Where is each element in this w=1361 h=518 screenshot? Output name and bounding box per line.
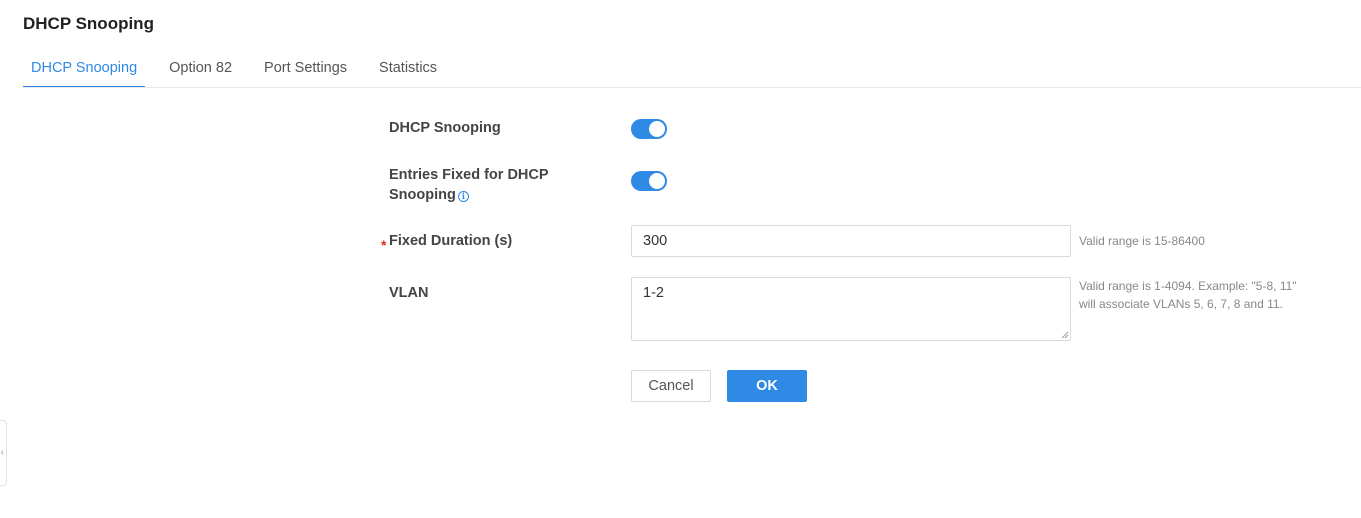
fixed-duration-label: Fixed Duration (s) — [389, 233, 513, 249]
vlan-value: 1-2 — [643, 285, 664, 301]
collapse-arrow-icon: ‹ — [0, 447, 4, 458]
entries-fixed-label-line2-wrap: Snooping i — [389, 185, 549, 205]
ok-button[interactable]: OK — [727, 370, 807, 402]
vlan-textarea[interactable]: 1-2 — [631, 277, 1071, 341]
required-mark: * — [381, 237, 387, 253]
fixed-duration-hint: Valid range is 15-86400 — [1079, 234, 1205, 248]
tab-statistics[interactable]: Statistics — [371, 50, 445, 88]
vlan-hint-line2: will associate VLANs 5, 6, 7, 8 and 11. — [1079, 297, 1283, 311]
resize-grip-icon[interactable] — [1061, 331, 1069, 339]
cancel-button[interactable]: Cancel — [631, 370, 711, 402]
tabs-divider — [23, 87, 1361, 88]
dhcp-snooping-label: DHCP Snooping — [389, 120, 501, 136]
tab-dhcp-snooping[interactable]: DHCP Snooping — [23, 50, 146, 88]
tab-option-82[interactable]: Option 82 — [161, 50, 240, 88]
page-title: DHCP Snooping — [23, 14, 154, 33]
tab-bar: DHCP Snooping Option 82 Port Settings St… — [23, 50, 461, 88]
fixed-duration-input[interactable]: 300 — [631, 225, 1071, 257]
toggle-knob — [649, 121, 665, 137]
entries-fixed-label: Entries Fixed for DHCP Snooping i — [389, 165, 549, 205]
dhcp-snooping-toggle[interactable] — [631, 119, 667, 139]
side-collapse-handle[interactable]: ‹ — [0, 420, 7, 486]
toggle-knob — [649, 173, 665, 189]
vlan-hint: Valid range is 1-4094. Example: "5-8, 11… — [1079, 277, 1319, 313]
entries-fixed-toggle[interactable] — [631, 171, 667, 191]
vlan-hint-line1: Valid range is 1-4094. Example: "5-8, 11… — [1079, 279, 1297, 293]
vlan-label: VLAN — [389, 285, 429, 301]
info-icon[interactable]: i — [457, 191, 469, 202]
entries-fixed-label-line2: Snooping — [389, 187, 456, 203]
entries-fixed-label-line1: Entries Fixed for DHCP — [389, 167, 549, 183]
tab-port-settings[interactable]: Port Settings — [256, 50, 355, 88]
